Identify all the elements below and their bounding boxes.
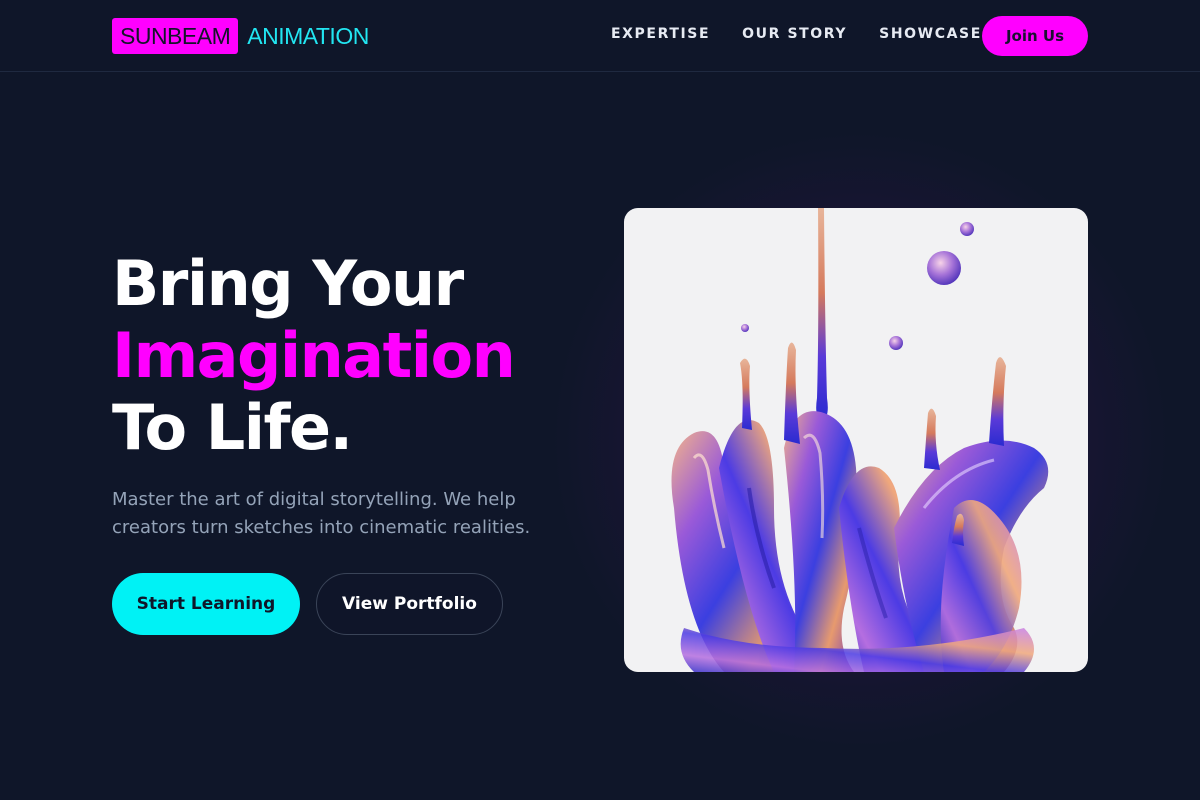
brand-logo[interactable]: SUNBEAM ANIMATION xyxy=(112,18,369,54)
hero-image xyxy=(624,208,1088,672)
brand-logo-box: SUNBEAM xyxy=(112,18,239,54)
view-portfolio-button[interactable]: View Portfolio xyxy=(316,573,503,635)
start-learning-button[interactable]: Start Learning xyxy=(112,573,300,635)
hero-title-line-1: Bring Your xyxy=(112,247,464,320)
nav-link-our-story[interactable]: OUR STORY xyxy=(742,26,847,42)
brand-logo-text: ANIMATION xyxy=(247,22,369,49)
top-navbar: SUNBEAM ANIMATION EXPERTISE OUR STORY SH… xyxy=(0,0,1200,72)
liquid-splash-illustration xyxy=(671,208,1049,672)
main-nav: EXPERTISE OUR STORY SHOWCASE xyxy=(611,26,982,42)
hero-title: Bring Your Imagination To Life. xyxy=(112,247,516,464)
hero-subtitle: Master the art of digital storytelling. … xyxy=(112,489,531,538)
hero-title-line-3: To Life. xyxy=(112,391,353,464)
hero-title-highlight: Imagination xyxy=(112,319,516,392)
nav-link-expertise[interactable]: EXPERTISE xyxy=(611,26,710,42)
landing-page: SUNBEAM ANIMATION EXPERTISE OUR STORY SH… xyxy=(0,0,1200,800)
join-us-button[interactable]: Join Us xyxy=(982,16,1088,56)
nav-link-showcase[interactable]: SHOWCASE xyxy=(879,26,982,42)
